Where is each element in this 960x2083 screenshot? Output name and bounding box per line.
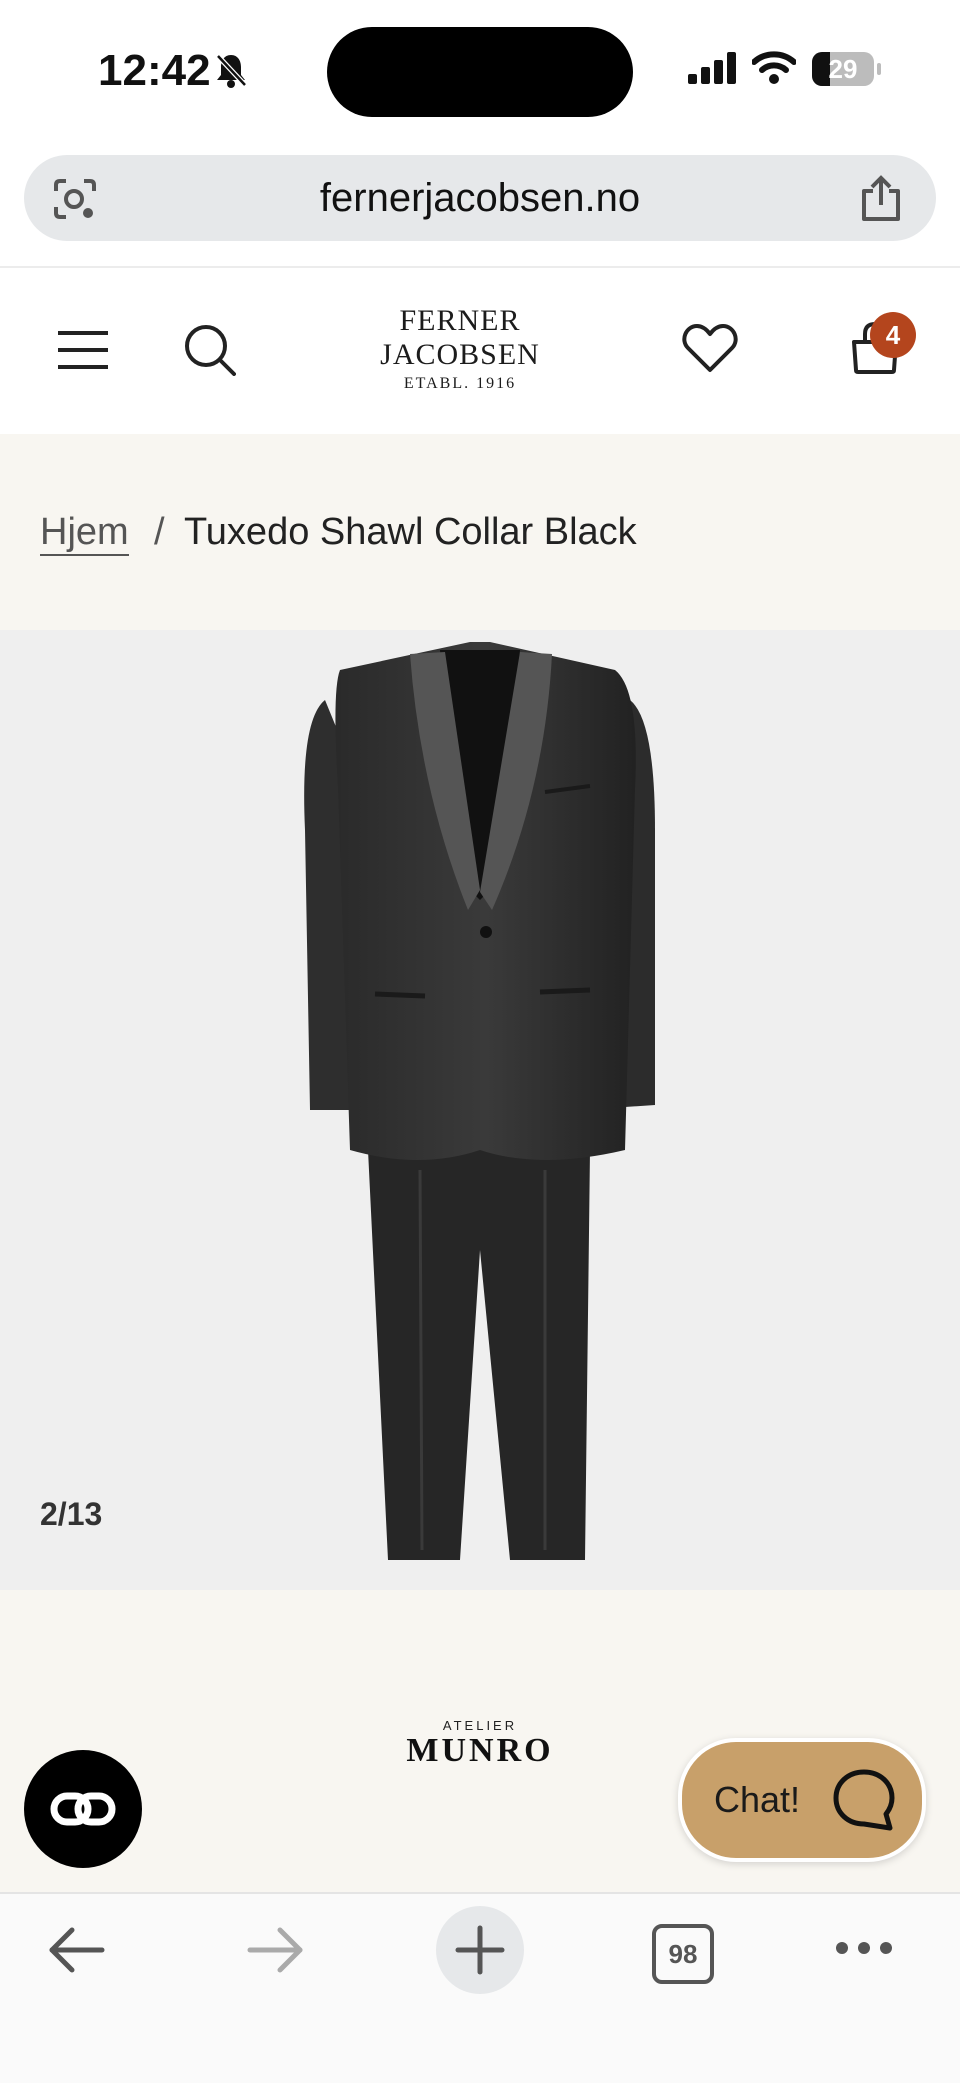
wifi-icon	[752, 51, 796, 84]
bell-slash-icon	[216, 54, 247, 88]
link-icon	[50, 1792, 116, 1826]
cart-count-badge: 4	[870, 312, 916, 358]
chat-label: Chat!	[714, 1779, 801, 1820]
menu-icon[interactable]	[58, 330, 108, 370]
breadcrumb: Hjem / Tuxedo Shawl Collar Black	[0, 434, 960, 630]
status-time: 12:42	[98, 46, 211, 95]
heart-icon[interactable]	[682, 322, 738, 374]
tabs-button[interactable]: 98	[652, 1924, 714, 1984]
logo-line1: FERNER	[399, 304, 521, 337]
breadcrumb-home-link[interactable]: Hjem	[40, 510, 129, 556]
logo-line2: JACOBSEN	[380, 338, 540, 371]
dynamic-island	[327, 27, 633, 117]
more-icon[interactable]	[834, 1938, 894, 1958]
url-text: fernerjacobsen.no	[319, 176, 641, 220]
battery-tip	[877, 63, 881, 75]
image-counter: 2/13	[40, 1496, 103, 1532]
brand-section: ATELIER MUNRO Chat!	[0, 1590, 960, 1892]
new-tab-button[interactable]	[436, 1906, 524, 1994]
floating-action-button[interactable]	[24, 1750, 142, 1868]
logo-line3: ETABL. 1916	[403, 375, 517, 392]
browser-toolbar: 98	[0, 1892, 960, 2083]
battery-icon: 29	[812, 52, 874, 86]
product-gallery[interactable]: 2/13	[0, 630, 960, 1590]
chat-bubble-icon	[833, 1769, 895, 1831]
cellular-signal-icon	[688, 52, 736, 84]
site-logo[interactable]: FERNER JACOBSEN ETABL. 1916	[380, 304, 540, 404]
share-icon[interactable]	[858, 175, 904, 223]
search-icon[interactable]	[184, 324, 236, 376]
breadcrumb-separator: /	[154, 511, 165, 553]
tuxedo-product-image	[304, 642, 655, 1560]
back-arrow-icon[interactable]	[46, 1920, 106, 1980]
breadcrumb-current: Tuxedo Shawl Collar Black	[184, 511, 637, 553]
brand-logo-small: ATELIER	[442, 1718, 518, 1733]
forward-arrow-icon[interactable]	[246, 1920, 306, 1980]
status-bar: 12:42 29	[0, 0, 960, 140]
plus-icon	[455, 1925, 505, 1975]
address-bar[interactable]: fernerjacobsen.no	[24, 155, 936, 241]
site-header: FERNER JACOBSEN ETABL. 1916 4	[0, 266, 960, 436]
battery-level: 29	[828, 54, 858, 84]
chat-button[interactable]: Chat!	[678, 1738, 926, 1862]
